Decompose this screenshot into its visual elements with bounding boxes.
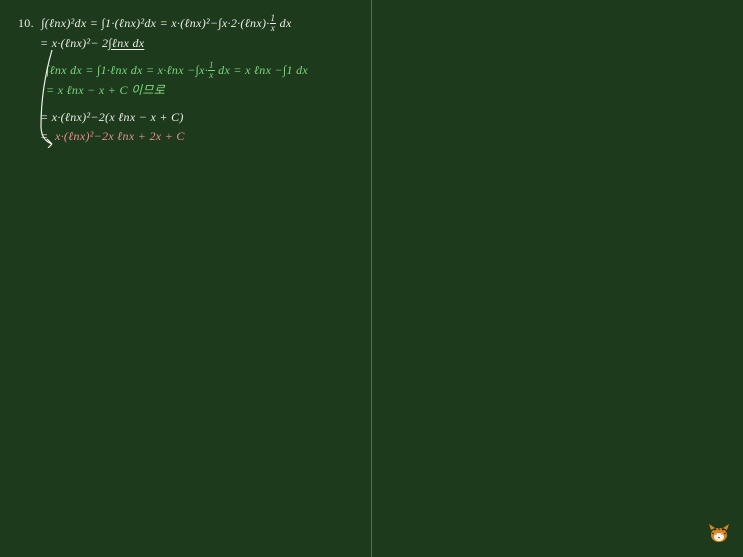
fraction-1-over-x-2: 1x (208, 61, 215, 80)
vertical-divider (371, 0, 372, 557)
final-answer: x·(ℓnx)²−2x ℓnx + 2x + C (55, 129, 185, 143)
line-1-text-b: dx (276, 16, 291, 30)
tiger-logo (707, 521, 731, 545)
line-6: = x·(ℓnx)²−2x ℓnx + 2x + C (40, 127, 368, 146)
line-3: ∫ℓnx dx = ∫1·ℓnx dx = x·ℓnx −∫x·1x dx = … (46, 61, 368, 81)
math-work-area: 10. ∫(ℓnx)²dx = ∫1·(ℓnx)²dx = x·(ℓnx)²−∫… (18, 14, 368, 146)
line-3-text-a: ∫ℓnx dx = ∫1·ℓnx dx = x·ℓnx −∫x· (46, 63, 208, 77)
line-4: = x ℓnx − x + C 이므로 (46, 81, 368, 100)
fraction-1-over-x: 1x (270, 14, 277, 33)
line-2-underline: ∫ℓnx dx (108, 36, 144, 50)
line-1: 10. ∫(ℓnx)²dx = ∫1·(ℓnx)²dx = x·(ℓnx)²−∫… (18, 14, 368, 34)
problem-number: 10. (18, 16, 34, 30)
line-2-text: = x·(ℓnx)²− 2 (40, 36, 108, 50)
line-1-text-a: ∫(ℓnx)²dx = ∫1·(ℓnx)²dx = x·(ℓnx)²−∫x·2·… (41, 16, 269, 30)
line-2: = x·(ℓnx)²− 2∫ℓnx dx (40, 34, 368, 53)
line-3-text-b: dx = x ℓnx −∫1 dx (215, 63, 308, 77)
line-5-text: = x·(ℓnx)²−2(x ℓnx − x + C) (40, 110, 184, 124)
line-5: = x·(ℓnx)²−2(x ℓnx − x + C) (40, 108, 368, 127)
line-4-text: = x ℓnx − x + C 이므로 (46, 83, 165, 97)
